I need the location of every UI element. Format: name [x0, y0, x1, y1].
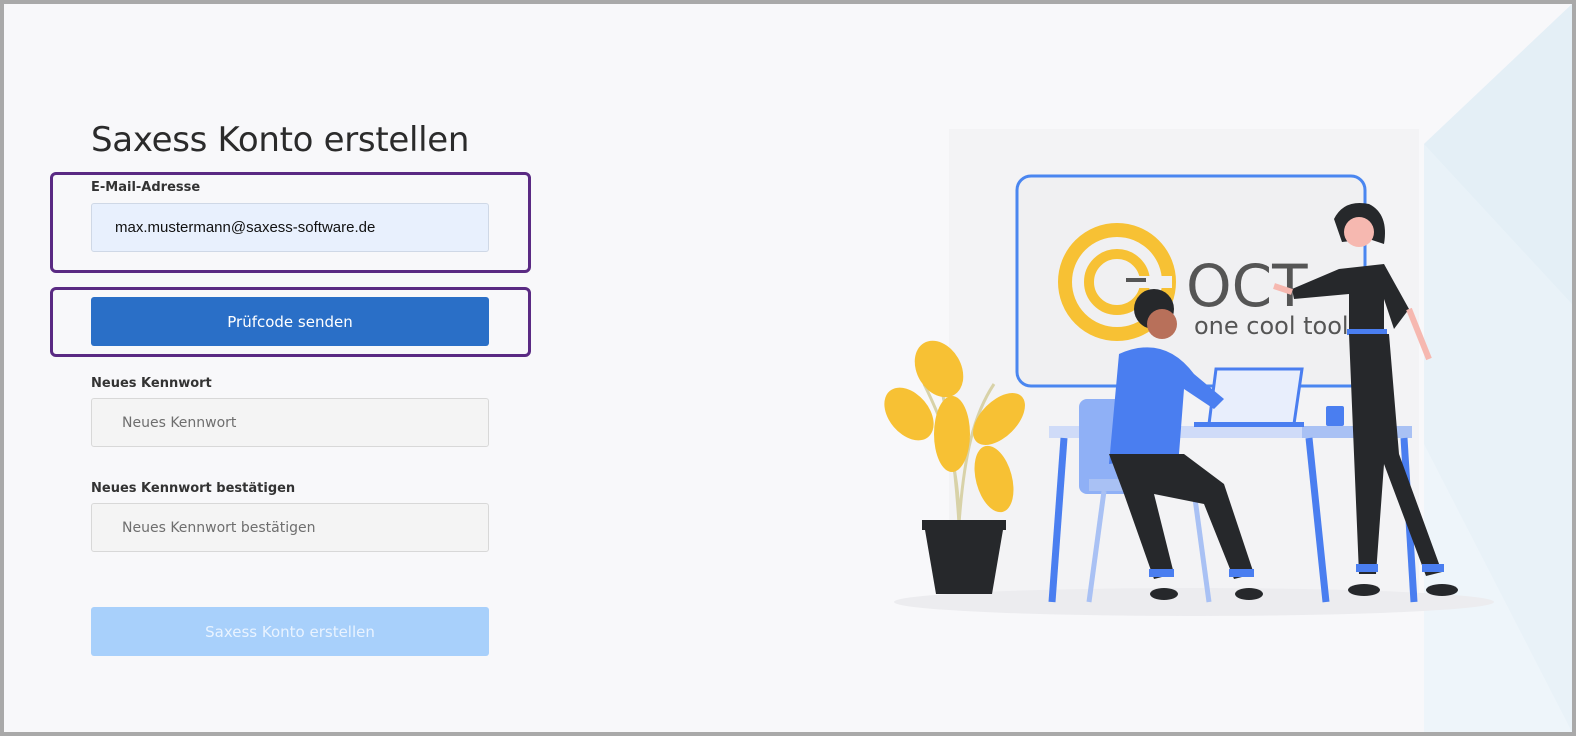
office-illustration: OCT one cool tool [884, 174, 1494, 616]
new-password-label: Neues Kennwort [91, 376, 212, 391]
confirm-password-label: Neues Kennwort bestätigen [91, 481, 296, 496]
email-label: E-Mail-Adresse [91, 180, 201, 195]
app-window: Saxess Konto erstellen E-Mail-Adresse Pr… [0, 0, 1576, 736]
email-field[interactable] [91, 203, 489, 252]
plant-icon [884, 340, 1025, 594]
logo-tagline: one cool tool [1194, 312, 1349, 340]
logo-text: OCT [1186, 252, 1308, 320]
new-password-field[interactable] [91, 398, 489, 447]
send-code-button[interactable]: Prüfcode senden [91, 297, 489, 346]
page-title: Saxess Konto erstellen [91, 120, 470, 160]
confirm-password-field[interactable] [91, 503, 489, 552]
create-account-button[interactable]: Saxess Konto erstellen [91, 607, 489, 656]
